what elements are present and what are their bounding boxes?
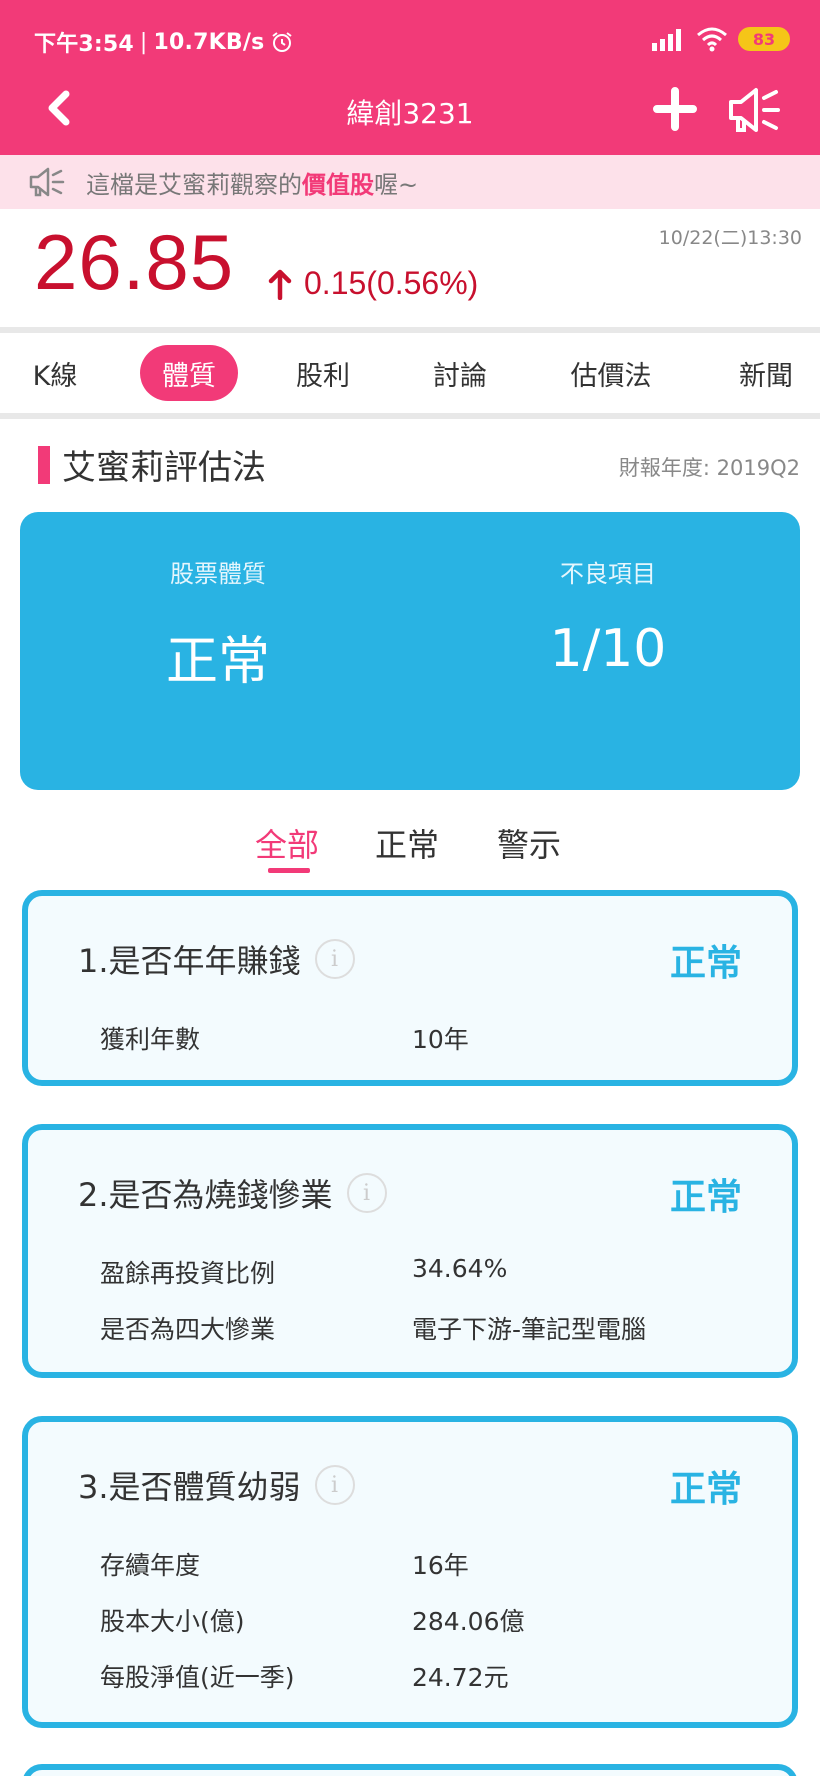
plus-icon [653, 87, 697, 131]
check-card-title-text: 2.是否為燒錢慘業 [78, 1176, 333, 1214]
price-change-value: 0.15(0.56%) [304, 265, 479, 301]
check-row-value: 電子下游-筆記型電腦 [412, 1315, 647, 1344]
bad-items-label: 不良項目 [560, 560, 656, 588]
battery-level: 83 [752, 29, 776, 49]
bad-items-summary: 不良項目 1/10 [478, 554, 738, 679]
tab-dividend[interactable]: 股利 [282, 345, 364, 401]
arrow-up-icon [268, 269, 292, 300]
section-accent-bar [38, 446, 50, 484]
check-card-title: 2.是否為燒錢慘業 i [78, 1170, 387, 1216]
check-row-value: 16年 [412, 1551, 469, 1580]
tab-health[interactable]: 體質 [140, 345, 238, 401]
summary-card: 股票體質 正常 不良項目 1/10 [20, 512, 800, 790]
status-speed: 10.7KB/s [153, 29, 265, 55]
check-card-status: 正常 [669, 1177, 742, 1218]
stock-price: 26.85 [34, 218, 235, 306]
check-card[interactable]: 2.是否為燒錢慘業 i 正常 盈餘再投資比例 34.64% 是否為四大慘業 電子… [22, 1124, 798, 1378]
check-row-label: 存續年度 [100, 1551, 201, 1580]
filter-warning[interactable]: 警示 [497, 820, 561, 866]
speaker-icon [729, 88, 780, 132]
tab-valuation[interactable]: 估價法 [556, 345, 666, 401]
check-card-title: 1.是否年年賺錢 i [78, 936, 355, 982]
tab-kline[interactable]: K線 [20, 345, 90, 401]
check-row-label: 盈餘再投資比例 [100, 1259, 276, 1288]
tab-discussion[interactable]: 討論 [418, 345, 502, 401]
info-icon[interactable]: i [346, 1173, 387, 1213]
check-card[interactable]: 1.是否年年賺錢 i 正常 獲利年數 10年 [22, 890, 798, 1086]
notice-bar[interactable]: 這檔是艾蜜莉觀察的 價值股 喔~ [0, 155, 820, 209]
price-change: 0.15(0.56%) [268, 265, 478, 302]
notice-prefix: 這檔是艾蜜莉觀察的 [86, 170, 302, 199]
check-row-label: 股本大小(億) [100, 1607, 245, 1636]
check-row-value: 24.72元 [412, 1663, 509, 1692]
check-card-status: 正常 [669, 943, 742, 984]
tab-news[interactable]: 新聞 [724, 345, 808, 401]
health-value: 正常 [165, 632, 270, 692]
info-icon[interactable]: i [314, 939, 355, 979]
check-card-title: 3.是否體質幼弱 i [78, 1462, 355, 1508]
health-label: 股票體質 [170, 560, 266, 588]
add-watchlist-button[interactable] [652, 86, 698, 132]
bad-items-value: 1/10 [549, 619, 667, 679]
notice-suffix: 喔~ [374, 170, 419, 199]
check-row-value: 10年 [412, 1025, 469, 1054]
health-summary: 股票體質 正常 [88, 554, 348, 694]
status-bar: 下午3:54 | 10.7KB/s 83 [0, 0, 820, 80]
check-row-value: 284.06億 [412, 1607, 525, 1636]
section-header: 艾蜜莉評估法 財報年度: 2019Q2 [38, 440, 800, 490]
notice-highlight: 價值股 [302, 170, 374, 199]
check-row-value: 34.64% [412, 1254, 508, 1283]
speaker-icon [29, 167, 65, 197]
divider [0, 413, 820, 419]
signal-icon [652, 29, 681, 51]
filter-normal[interactable]: 正常 [375, 820, 439, 866]
section-title: 艾蜜莉評估法 [62, 448, 266, 488]
status-right: 83 [652, 26, 790, 52]
check-row-label: 獲利年數 [100, 1025, 201, 1054]
check-card[interactable]: 3.是否體質幼弱 i 正常 存續年度 16年 股本大小(億) 284.06億 每… [22, 1416, 798, 1728]
battery-icon: 83 [738, 27, 790, 51]
filter-active-underline [268, 868, 310, 873]
filter-all[interactable]: 全部 [255, 820, 319, 866]
info-icon[interactable]: i [314, 1465, 355, 1505]
check-card-title-text: 1.是否年年賺錢 [78, 942, 301, 980]
filter-bar: 全部 正常 警示 [0, 820, 820, 880]
wifi-icon [697, 27, 727, 52]
quote-timestamp: 10/22(二)13:30 [658, 227, 802, 249]
status-separator: | [139, 29, 148, 55]
announce-button[interactable] [726, 84, 786, 136]
check-card-title-text: 3.是否體質幼弱 [78, 1468, 301, 1506]
quote-panel: 26.85 0.15(0.56%) 10/22(二)13:30 [0, 209, 820, 327]
check-card-status: 正常 [669, 1469, 742, 1510]
app-header: 下午3:54 | 10.7KB/s 83 緯創3231 [0, 0, 820, 155]
alarm-icon [272, 32, 292, 52]
nav-bar: 緯創3231 [0, 80, 820, 155]
check-row-label: 每股淨值(近一季) [100, 1663, 295, 1692]
report-year: 財報年度: 2019Q2 [618, 456, 800, 480]
check-card[interactable] [22, 1764, 798, 1776]
status-time: 下午3:54 [34, 32, 134, 57]
status-left: 下午3:54 | 10.7KB/s [34, 26, 294, 58]
check-row-label: 是否為四大慘業 [100, 1315, 276, 1344]
tab-bar: K線 體質 股利 討論 估價法 新聞 [0, 333, 820, 413]
